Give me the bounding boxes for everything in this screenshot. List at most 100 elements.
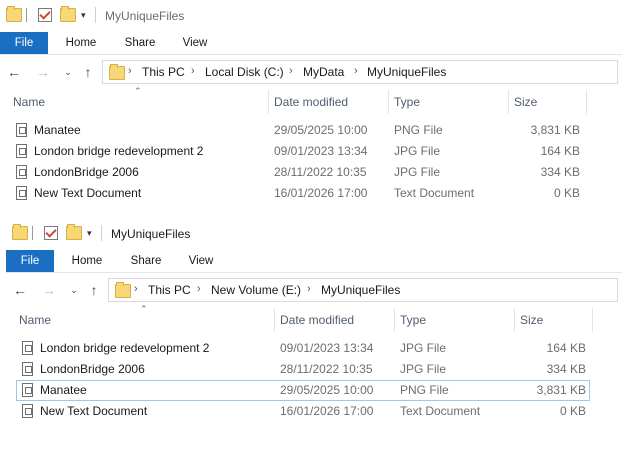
- file-name: New Text Document: [34, 186, 142, 200]
- file-name: LondonBridge 2006: [34, 165, 139, 179]
- chevron-right-icon[interactable]: ›: [307, 283, 311, 295]
- address-bar[interactable]: › This PC › Local Disk (C:) › MyData › M…: [102, 60, 618, 84]
- file-type: Text Document: [400, 404, 481, 418]
- tab-view[interactable]: View: [180, 250, 222, 272]
- column-divider[interactable]: [514, 308, 515, 332]
- file-row-selected[interactable]: Manatee 29/05/2025 10:00 PNG File 3,831 …: [16, 380, 590, 401]
- back-arrow-icon[interactable]: ←: [6, 64, 22, 80]
- column-divider[interactable]: [586, 90, 587, 114]
- file-row[interactable]: LondonBridge 2006 28/11/2022 10:35 JPG F…: [6, 359, 622, 380]
- forward-arrow-icon[interactable]: →: [41, 282, 57, 298]
- ribbon: File Home Share View: [6, 250, 622, 273]
- breadcrumb-this-pc[interactable]: This PC: [142, 65, 185, 79]
- tab-file[interactable]: File: [0, 32, 48, 54]
- column-type-header[interactable]: Type: [394, 95, 420, 109]
- chevron-right-icon[interactable]: ›: [197, 283, 201, 295]
- breadcrumb-drive[interactable]: Local Disk (C:): [205, 65, 284, 79]
- file-row[interactable]: New Text Document 16/01/2026 17:00 Text …: [6, 401, 622, 422]
- address-row: ← → ⌄ ↑ › This PC › Local Disk (C:) › My…: [0, 56, 622, 88]
- file-row[interactable]: London bridge redevelopment 2 09/01/2023…: [6, 338, 622, 359]
- file-icon: [16, 186, 27, 200]
- file-size: 0 KB: [553, 186, 580, 200]
- customize-dropdown-icon[interactable]: ▾: [87, 228, 92, 239]
- location-folder-icon: [109, 64, 125, 80]
- column-size-header[interactable]: Size: [514, 95, 537, 109]
- file-type: JPG File: [394, 144, 441, 158]
- file-name: LondonBridge 2006: [40, 362, 145, 376]
- file-list: London bridge redevelopment 2 09/01/2023…: [6, 338, 622, 422]
- folder-icon: [6, 6, 22, 22]
- forward-arrow-icon[interactable]: →: [35, 64, 51, 80]
- tab-file[interactable]: File: [6, 250, 54, 272]
- toolbar-separator: [26, 8, 27, 22]
- title-bar: ▾ MyUniqueFiles: [0, 0, 622, 32]
- file-icon: [22, 341, 33, 355]
- recent-locations-icon[interactable]: ⌄: [66, 285, 82, 296]
- file-date: 29/05/2025 10:00: [274, 123, 368, 137]
- file-icon: [22, 362, 33, 376]
- file-size: 3,831 KB: [530, 123, 580, 137]
- chevron-right-icon[interactable]: ›: [289, 65, 293, 77]
- file-name: London bridge redevelopment 2: [40, 341, 210, 355]
- column-divider[interactable]: [274, 308, 275, 332]
- up-arrow-icon[interactable]: ↑: [80, 64, 96, 80]
- column-type-header[interactable]: Type: [400, 313, 426, 327]
- file-icon: [22, 383, 33, 397]
- column-divider[interactable]: [508, 90, 509, 114]
- title-bar: ▾ MyUniqueFiles: [6, 218, 622, 250]
- file-date: 09/01/2023 13:34: [280, 341, 374, 355]
- column-divider[interactable]: [388, 90, 389, 114]
- tab-share[interactable]: Share: [122, 250, 170, 272]
- file-date: 16/01/2026 17:00: [274, 186, 368, 200]
- properties-check-icon[interactable]: [44, 226, 58, 240]
- properties-check-icon[interactable]: [38, 8, 52, 22]
- column-divider[interactable]: [394, 308, 395, 332]
- file-row[interactable]: New Text Document 16/01/2026 17:00 Text …: [0, 183, 622, 204]
- back-arrow-icon[interactable]: ←: [12, 282, 28, 298]
- file-type: Text Document: [394, 186, 475, 200]
- column-size-header[interactable]: Size: [520, 313, 543, 327]
- tab-view[interactable]: View: [174, 32, 216, 54]
- chevron-right-icon[interactable]: ›: [191, 65, 195, 77]
- window-title: MyUniqueFiles: [111, 227, 191, 241]
- column-name-header[interactable]: Name: [19, 313, 51, 327]
- file-name: Manatee: [34, 123, 81, 137]
- breadcrumb-current-folder[interactable]: MyUniqueFiles: [321, 283, 400, 297]
- column-divider[interactable]: [592, 308, 593, 332]
- column-date-header[interactable]: Date modified: [280, 313, 354, 327]
- file-row[interactable]: Manatee 29/05/2025 10:00 PNG File 3,831 …: [0, 120, 622, 141]
- recent-locations-icon[interactable]: ⌄: [60, 67, 76, 78]
- file-type: JPG File: [400, 341, 447, 355]
- up-arrow-icon[interactable]: ↑: [86, 282, 102, 298]
- tab-home[interactable]: Home: [58, 32, 104, 54]
- title-separator: [95, 7, 96, 23]
- file-row[interactable]: London bridge redevelopment 2 09/01/2023…: [0, 141, 622, 162]
- file-row[interactable]: LondonBridge 2006 28/11/2022 10:35 JPG F…: [0, 162, 622, 183]
- column-name-header[interactable]: Name: [13, 95, 45, 109]
- new-folder-icon[interactable]: [60, 6, 76, 22]
- window-title: MyUniqueFiles: [105, 9, 185, 23]
- file-type: JPG File: [400, 362, 447, 376]
- new-folder-icon[interactable]: [66, 224, 82, 240]
- breadcrumb-mydata[interactable]: MyData: [303, 65, 344, 79]
- sort-ascending-icon: ⌃: [140, 304, 148, 314]
- ribbon: File Home Share View: [0, 32, 622, 55]
- chevron-right-icon[interactable]: ›: [128, 65, 132, 77]
- explorer-window-1: ▾ MyUniqueFiles File Home Share View ← →…: [0, 0, 622, 218]
- address-bar[interactable]: › This PC › New Volume (E:) › MyUniqueFi…: [108, 278, 618, 302]
- chevron-right-icon[interactable]: ›: [134, 283, 138, 295]
- column-divider[interactable]: [268, 90, 269, 114]
- breadcrumb-this-pc[interactable]: This PC: [148, 283, 191, 297]
- customize-dropdown-icon[interactable]: ▾: [81, 10, 86, 21]
- chevron-right-icon[interactable]: ›: [354, 65, 358, 77]
- breadcrumb-current-folder[interactable]: MyUniqueFiles: [367, 65, 446, 79]
- file-name: Manatee: [40, 383, 87, 397]
- file-icon: [16, 123, 27, 137]
- file-type: PNG File: [394, 123, 443, 137]
- breadcrumb-drive[interactable]: New Volume (E:): [211, 283, 301, 297]
- tab-home[interactable]: Home: [64, 250, 110, 272]
- file-icon: [16, 144, 27, 158]
- file-type: JPG File: [394, 165, 441, 179]
- tab-share[interactable]: Share: [116, 32, 164, 54]
- column-date-header[interactable]: Date modified: [274, 95, 348, 109]
